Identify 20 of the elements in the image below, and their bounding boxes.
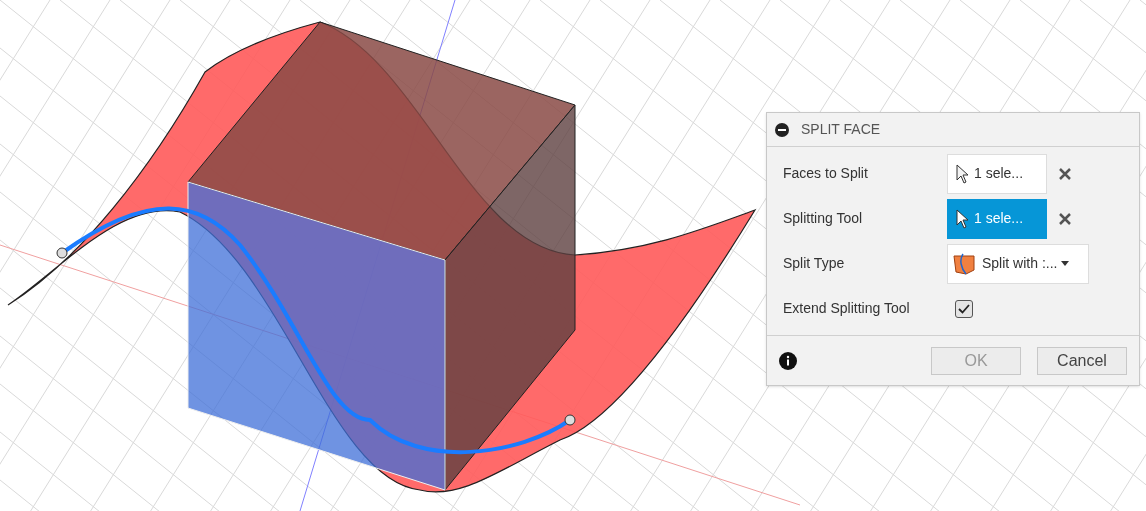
info-icon[interactable] [779,351,797,370]
cursor-icon [956,208,970,229]
curve-point[interactable] [56,247,68,259]
curve-point[interactable] [564,414,576,426]
cursor-icon [956,163,970,184]
dialog-button[interactable]: Cancel [1037,346,1127,375]
field-label: Faces to Split [783,164,869,183]
selection-field[interactable]: 1 sele... [947,153,1047,194]
dialog-title: SPLIT FACE [801,120,881,139]
split-type-dropdown[interactable]: Split with :... [947,243,1089,284]
check-icon [958,303,970,314]
close-icon[interactable] [1059,212,1071,225]
checkbox[interactable] [955,299,973,318]
close-icon[interactable] [1059,167,1071,180]
split-icon [952,251,978,276]
field-label: Extend Splitting Tool [783,299,911,318]
field-label: Splitting Tool [783,209,864,228]
collapse-button[interactable] [775,122,789,137]
field-label: Split Type [783,254,846,273]
caret-icon [1061,261,1070,266]
